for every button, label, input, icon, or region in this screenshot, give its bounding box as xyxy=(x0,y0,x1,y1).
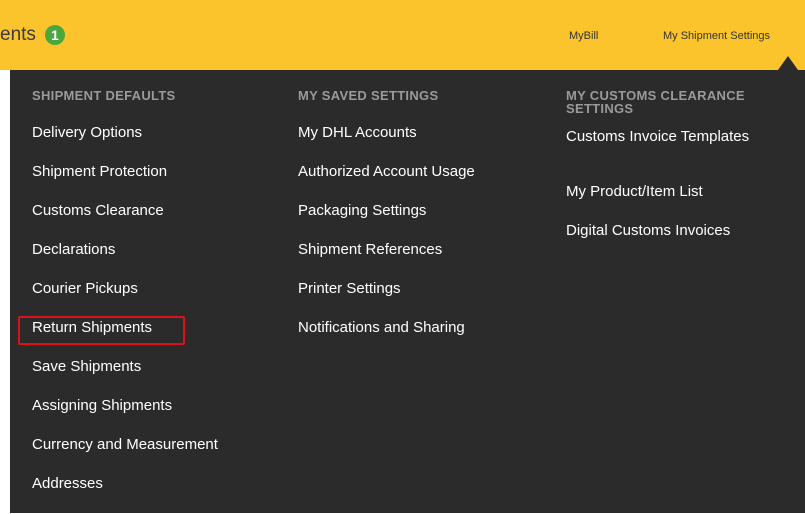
notification-count-badge[interactable]: 1 xyxy=(44,25,65,45)
menu-item-return-shipments[interactable]: Return Shipments xyxy=(32,319,218,358)
shipment-defaults-column: SHIPMENT DEFAULTS Delivery Options Shipm… xyxy=(32,89,218,514)
menu-item-customs-clearance[interactable]: Customs Clearance xyxy=(32,202,218,241)
menu-item-packaging-settings[interactable]: Packaging Settings xyxy=(298,202,475,241)
top-navigation-bar: ents 1 MyBill My Shipment Settings xyxy=(0,0,805,70)
menu-item-customs-invoice-templates[interactable]: Customs Invoice Templates xyxy=(566,129,796,183)
column-heading: MY CUSTOMS CLEARANCE SETTINGS xyxy=(566,88,745,116)
menu-item-addresses[interactable]: Addresses xyxy=(32,475,218,514)
menu-item-currency-and-measurement[interactable]: Currency and Measurement xyxy=(32,436,218,475)
topbar-left-group: ents 1 xyxy=(0,25,65,45)
menu-item-printer-settings[interactable]: Printer Settings xyxy=(298,280,475,319)
my-saved-settings-column: MY SAVED SETTINGS My DHL Accounts Author… xyxy=(298,89,475,358)
menu-item-courier-pickups[interactable]: Courier Pickups xyxy=(32,280,218,319)
shipment-settings-dropdown-panel: SHIPMENT DEFAULTS Delivery Options Shipm… xyxy=(10,70,805,513)
menu-item-my-product-item-list[interactable]: My Product/Item List xyxy=(566,183,796,222)
column-heading: SHIPMENT DEFAULTS xyxy=(32,88,176,103)
shipment-defaults-list: Delivery Options Shipment Protection Cus… xyxy=(32,124,218,514)
my-saved-settings-list: My DHL Accounts Authorized Account Usage… xyxy=(298,124,475,358)
menu-item-delivery-options[interactable]: Delivery Options xyxy=(32,124,218,163)
menu-item-assigning-shipments[interactable]: Assigning Shipments xyxy=(32,397,218,436)
menu-item-declarations[interactable]: Declarations xyxy=(32,241,218,280)
menu-item-shipment-protection[interactable]: Shipment Protection xyxy=(32,163,218,202)
customs-clearance-settings-column: MY CUSTOMS CLEARANCE SETTINGS Customs In… xyxy=(566,89,796,261)
menu-item-shipment-references[interactable]: Shipment References xyxy=(298,241,475,280)
my-shipment-settings-link[interactable]: My Shipment Settings xyxy=(663,30,770,42)
column-heading: MY SAVED SETTINGS xyxy=(298,88,439,103)
menu-item-my-dhl-accounts[interactable]: My DHL Accounts xyxy=(298,124,475,163)
dropdown-caret-icon xyxy=(778,56,798,70)
mybill-link[interactable]: MyBill xyxy=(569,30,598,42)
menu-item-digital-customs-invoices[interactable]: Digital Customs Invoices xyxy=(566,222,796,261)
menu-item-notifications-and-sharing[interactable]: Notifications and Sharing xyxy=(298,319,475,358)
shipments-nav-label[interactable]: ents xyxy=(0,25,36,45)
customs-clearance-settings-list: Customs Invoice Templates My Product/Ite… xyxy=(566,129,796,261)
menu-item-authorized-account-usage[interactable]: Authorized Account Usage xyxy=(298,163,475,202)
menu-item-save-shipments[interactable]: Save Shipments xyxy=(32,358,218,397)
